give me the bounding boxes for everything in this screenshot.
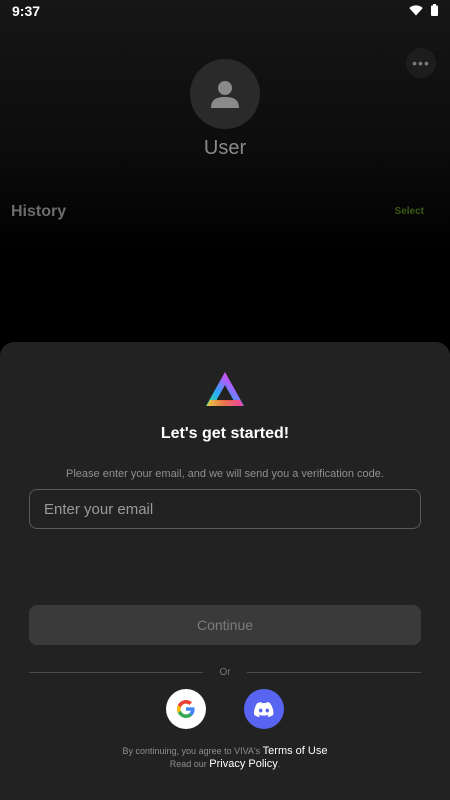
email-input[interactable] xyxy=(29,489,421,529)
google-icon xyxy=(177,700,195,718)
username: User xyxy=(203,137,247,159)
terms-of-use-link[interactable]: Terms of Use xyxy=(263,745,328,757)
continue-button[interactable]: Continue xyxy=(29,605,421,645)
status-time: 9:37 xyxy=(12,3,41,19)
status-bar: 9:37 xyxy=(0,0,450,22)
sheet-subtitle: Please enter your email, and we will sen… xyxy=(66,468,384,480)
history-title: History xyxy=(11,203,67,220)
avatar[interactable] xyxy=(190,59,260,129)
user-icon xyxy=(211,81,239,108)
divider-line-right xyxy=(247,672,421,673)
viva-logo xyxy=(206,372,244,406)
battery-icon xyxy=(431,4,438,16)
sheet-title: Let's get started! xyxy=(160,425,290,442)
select-button[interactable]: Select xyxy=(395,206,424,217)
discord-icon xyxy=(254,701,274,717)
legal-suffix: . xyxy=(277,759,281,769)
privacy-policy-link[interactable]: Privacy Policy xyxy=(209,758,277,770)
google-login-button[interactable] xyxy=(166,689,206,729)
discord-login-button[interactable] xyxy=(244,689,284,729)
legal-terms-line: By continuing, you agree to VIVA's Terms… xyxy=(0,745,450,757)
wifi-icon xyxy=(409,4,423,15)
login-sheet xyxy=(0,342,450,800)
legal-prefix: By continuing, you agree to VIVA's xyxy=(122,746,261,756)
legal-read: Read our xyxy=(169,759,207,769)
more-options-button[interactable]: ••• xyxy=(406,48,436,78)
status-icons xyxy=(409,4,438,16)
more-horizontal-icon: ••• xyxy=(412,55,430,71)
legal-privacy-line: Read our Privacy Policy. xyxy=(0,758,450,770)
